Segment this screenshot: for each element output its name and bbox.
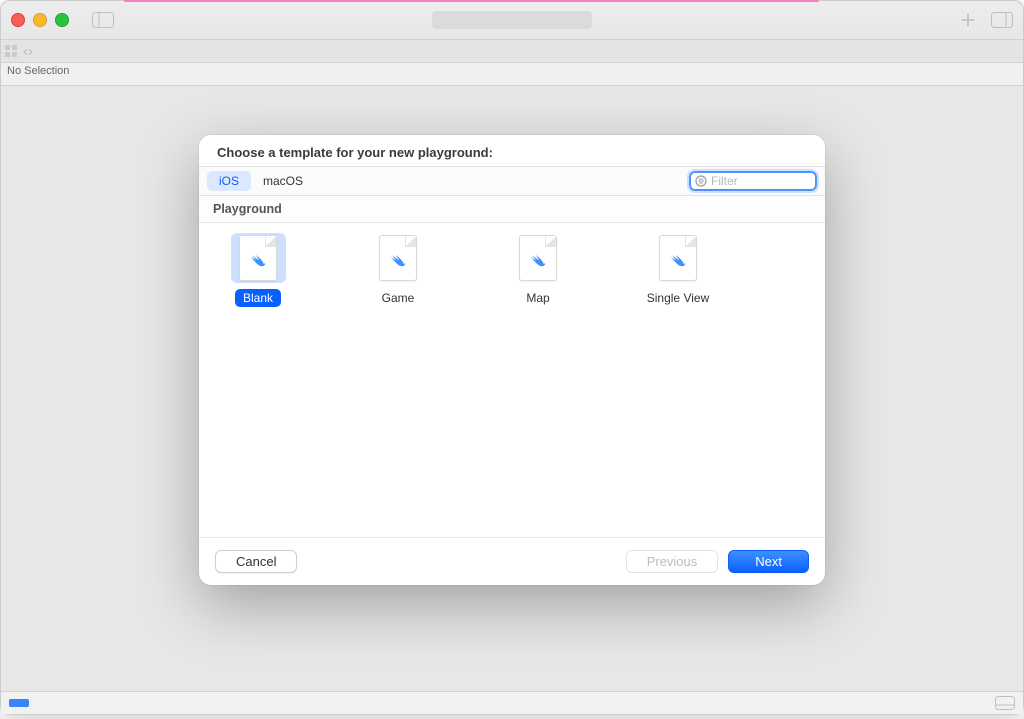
template-blank[interactable]: Blank: [213, 233, 303, 527]
window-bottom-bar: [1, 691, 1023, 714]
template-label: Game: [374, 289, 423, 307]
bottom-panel-toggle-icon[interactable]: [995, 696, 1015, 710]
left-sidebar-toggle[interactable]: [89, 10, 117, 30]
template-icon: [511, 233, 566, 283]
template-label: Single View: [639, 289, 717, 307]
add-button-icon[interactable]: [961, 13, 975, 27]
swift-document-icon: [659, 235, 697, 281]
previous-button: Previous: [626, 550, 719, 573]
no-selection-label: No Selection: [1, 63, 1023, 86]
section-label: Playground: [199, 196, 825, 223]
right-sidebar-toggle[interactable]: [991, 12, 1013, 28]
nav-forward-icon[interactable]: ›: [28, 44, 33, 59]
traffic-lights: [11, 13, 69, 27]
filter-input[interactable]: [709, 173, 811, 189]
next-button[interactable]: Next: [728, 550, 809, 573]
status-indicator: [9, 699, 29, 707]
template-icon: [371, 233, 426, 283]
template-icon: [651, 233, 706, 283]
new-playground-sheet: Choose a template for your new playgroun…: [199, 135, 825, 585]
platform-segmented-control[interactable]: iOSmacOS: [207, 171, 315, 191]
window-titlebar: [1, 1, 1023, 40]
swift-document-icon: [239, 235, 277, 281]
template-icon: [231, 233, 286, 283]
template-label: Map: [518, 289, 557, 307]
window-title-placeholder: [432, 11, 592, 29]
close-window-button[interactable]: [11, 13, 25, 27]
swift-document-icon: [519, 235, 557, 281]
related-items-icon[interactable]: [5, 45, 17, 57]
filter-icon: [695, 175, 707, 187]
filter-field[interactable]: [689, 171, 817, 191]
template-grid: Blank Game Map Single View: [199, 223, 825, 537]
template-game[interactable]: Game: [353, 233, 443, 527]
sheet-footer: Cancel Previous Next: [199, 537, 825, 585]
cancel-button[interactable]: Cancel: [215, 550, 297, 573]
template-label: Blank: [235, 289, 281, 307]
sheet-header: Choose a template for your new playgroun…: [199, 135, 825, 166]
platform-tab-macos[interactable]: macOS: [251, 171, 315, 191]
navigation-bar: ‹ ›: [1, 40, 1023, 63]
template-map[interactable]: Map: [493, 233, 583, 527]
zoom-window-button[interactable]: [55, 13, 69, 27]
swift-document-icon: [379, 235, 417, 281]
minimize-window-button[interactable]: [33, 13, 47, 27]
platform-tab-ios[interactable]: iOS: [207, 171, 251, 191]
template-single-view[interactable]: Single View: [633, 233, 723, 527]
platform-and-filter-row: iOSmacOS: [199, 166, 825, 196]
